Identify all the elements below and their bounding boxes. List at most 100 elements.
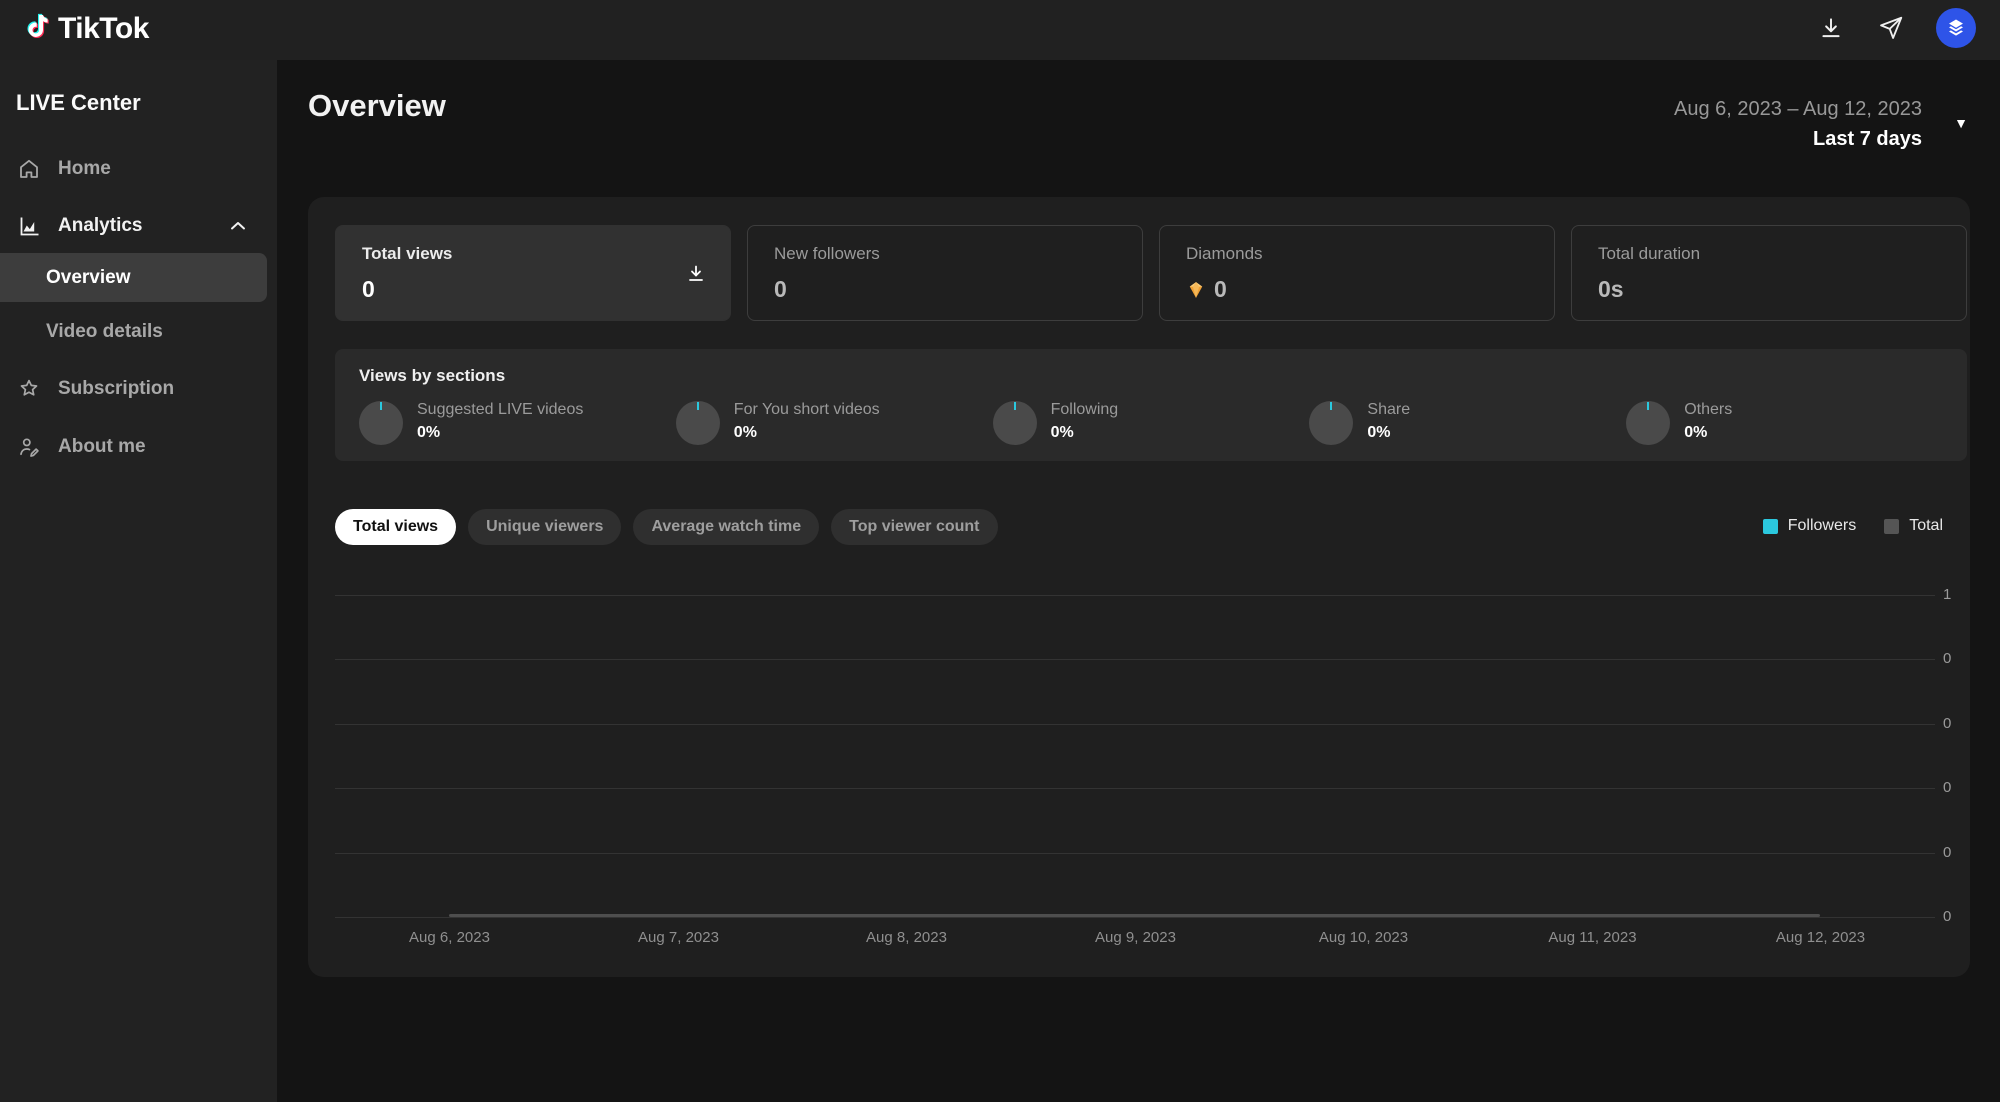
y-tick: 0 <box>1943 844 1952 861</box>
stat-value: 0 <box>362 276 375 302</box>
x-tick: Aug 8, 2023 <box>866 929 947 946</box>
download-icon[interactable] <box>1816 13 1846 43</box>
stat-label: Diamonds <box>1186 244 1263 263</box>
section-label: For You short videos <box>733 401 880 418</box>
stat-label: Total duration <box>1598 244 1701 263</box>
gridline <box>335 917 1935 918</box>
sidebar-item-label: Subscription <box>58 378 175 399</box>
tiktok-note-icon <box>22 10 52 47</box>
send-icon[interactable] <box>1876 13 1906 43</box>
gauge-icon <box>1626 401 1671 445</box>
section-value: 0% <box>1050 424 1074 441</box>
diamonds-count: 0 <box>1214 276 1227 302</box>
stat-value: 0s <box>1598 276 1624 302</box>
sidebar-item-overview[interactable]: Overview <box>0 253 267 302</box>
subscription-star-icon <box>16 376 42 402</box>
tiktok-wordmark: TikTok <box>58 11 149 45</box>
total-views-chart: 1 0 0 0 0 0 Aug 6, 2023 Aug 7, 2023 Aug … <box>335 557 1967 967</box>
tab-unique-viewers[interactable]: Unique viewers <box>468 509 622 545</box>
sidebar-item-label: Home <box>58 158 111 179</box>
x-tick: Aug 12, 2023 <box>1775 929 1866 946</box>
section-value: 0% <box>1684 424 1708 441</box>
diamond-icon <box>1186 280 1206 300</box>
analytics-icon <box>16 213 42 239</box>
sidebar-item-subscription[interactable]: Subscription <box>0 365 277 413</box>
topbar-actions <box>1816 8 1976 48</box>
total-swatch <box>1884 518 1900 534</box>
legend-total[interactable]: Total <box>1884 517 1943 535</box>
sidebar-item-about-me[interactable]: About me <box>0 423 277 471</box>
sidebar-item-home[interactable]: Home <box>0 145 277 193</box>
gauge-icon <box>1309 401 1354 445</box>
gauge-icon <box>359 401 403 445</box>
section-label: Others <box>1684 401 1733 418</box>
tab-top-viewer-count[interactable]: Top viewer count <box>831 509 998 545</box>
stat-card-diamonds[interactable]: Diamonds 0 <box>1159 225 1555 321</box>
sidebar-item-analytics[interactable]: Analytics <box>0 202 277 250</box>
stat-value: 0 <box>774 276 787 302</box>
stat-card-total-duration[interactable]: Total duration 0s <box>1571 225 1967 321</box>
product-title: LIVE Center <box>16 90 141 115</box>
range-label: Last 7 days <box>1813 128 1922 150</box>
legend-followers[interactable]: Followers <box>1762 517 1856 535</box>
sidebar-item-label: Video details <box>46 321 163 342</box>
y-tick: 1 <box>1943 586 1952 603</box>
followers-swatch <box>1762 518 1778 534</box>
section-for-you: For You short videos 0% <box>675 401 993 445</box>
tiktok-logo[interactable]: TikTok <box>22 10 149 47</box>
x-tick: Aug 10, 2023 <box>1318 929 1409 946</box>
layers-icon <box>1949 19 1963 36</box>
sidebar-item-label: About me <box>58 436 146 457</box>
section-others: Others 0% <box>1626 401 1943 445</box>
section-value: 0% <box>1367 424 1391 441</box>
stat-card-new-followers[interactable]: New followers 0 <box>747 225 1143 321</box>
person-edit-icon <box>16 434 42 460</box>
section-value: 0% <box>733 424 757 441</box>
section-value: 0% <box>417 424 441 441</box>
section-share: Share 0% <box>1309 401 1626 445</box>
stat-label: Total views <box>362 244 453 263</box>
section-label: Following <box>1050 401 1119 418</box>
metric-tabs: Total views Unique viewers Average watch… <box>335 509 998 545</box>
section-label: Suggested LIVE videos <box>417 401 584 418</box>
gauge-icon <box>992 401 1037 445</box>
date-range-text: Aug 6, 2023 – Aug 12, 2023 <box>1674 98 1922 120</box>
section-following: Following 0% <box>992 401 1310 445</box>
sections-row: Suggested LIVE videos 0% For You short v… <box>359 401 1943 445</box>
sidebar-item-video-details[interactable]: Video details <box>0 308 277 356</box>
views-by-sections-card: Views by sections Suggested LIVE videos … <box>335 349 1967 461</box>
y-tick: 0 <box>1943 715 1952 732</box>
stat-card-total-views[interactable]: Total views 0 <box>335 225 731 321</box>
gauge-icon <box>675 401 720 445</box>
gridline <box>335 724 1935 725</box>
x-tick: Aug 11, 2023 <box>1548 929 1637 946</box>
x-tick: Aug 6, 2023 <box>409 929 490 946</box>
page-title: Overview <box>308 88 446 123</box>
gridline <box>335 853 1935 854</box>
gridline <box>335 788 1935 789</box>
x-tick: Aug 7, 2023 <box>638 929 719 946</box>
stat-value: 0 <box>1186 276 1528 303</box>
tab-total-views[interactable]: Total views <box>335 509 457 545</box>
sidebar: LIVE Center Home Analytics Overview Vide… <box>0 60 277 1102</box>
y-tick: 0 <box>1943 779 1952 796</box>
tab-average-watch-time[interactable]: Average watch time <box>633 509 820 545</box>
stat-label: New followers <box>774 244 880 263</box>
series-line-total <box>449 914 1820 917</box>
y-tick: 0 <box>1943 908 1952 925</box>
sidebar-item-label: Analytics <box>58 215 143 236</box>
caret-down-icon[interactable]: ▼ <box>1954 115 1968 131</box>
stat-cards-row: Total views 0 New followers 0 Diamonds 0… <box>335 225 1967 321</box>
x-tick: Aug 9, 2023 <box>1095 929 1176 946</box>
section-label: Share <box>1367 401 1411 418</box>
sections-title: Views by sections <box>359 366 506 385</box>
avatar[interactable] <box>1936 8 1976 48</box>
date-range-selector[interactable]: Aug 6, 2023 – Aug 12, 2023 Last 7 days <box>1674 98 1922 151</box>
gridline <box>335 595 1935 596</box>
home-icon <box>16 156 42 182</box>
sidebar-item-label: Overview <box>46 266 131 288</box>
chevron-up-icon[interactable] <box>226 214 250 238</box>
topbar: TikTok <box>0 0 2000 60</box>
download-icon[interactable] <box>684 262 708 286</box>
gridline <box>335 659 1935 660</box>
